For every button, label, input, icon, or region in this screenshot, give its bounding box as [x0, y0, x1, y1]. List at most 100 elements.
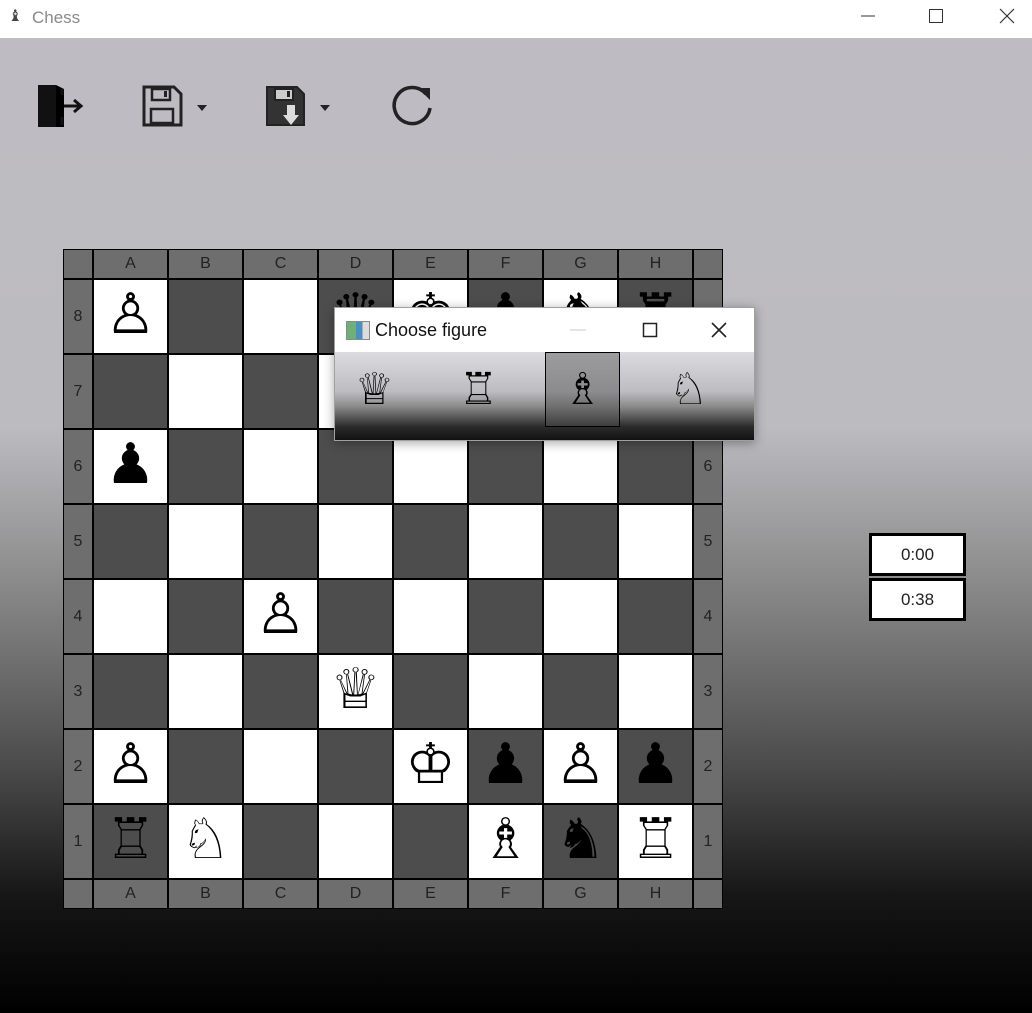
file-label-top: C: [243, 249, 318, 279]
square-a1[interactable]: ♖: [93, 804, 168, 879]
chess-piece[interactable]: ♖: [105, 811, 155, 868]
square-e2[interactable]: ♔: [393, 729, 468, 804]
choose-figure-dialog: Choose figure ♕ ♖ ♗ ♘: [334, 307, 755, 441]
square-d4[interactable]: [318, 579, 393, 654]
minimize-button[interactable]: [845, 0, 891, 32]
chess-piece[interactable]: ♙: [105, 736, 155, 793]
square-b2[interactable]: [168, 729, 243, 804]
refresh-icon: [392, 85, 432, 126]
square-b4[interactable]: [168, 579, 243, 654]
choice-knight[interactable]: ♘: [651, 352, 726, 427]
square-a2[interactable]: ♙: [93, 729, 168, 804]
chess-piece[interactable]: ♟: [480, 736, 530, 793]
save-button[interactable]: [142, 82, 212, 130]
rank-label-left: 1: [63, 804, 93, 879]
maximize-icon: [929, 9, 943, 23]
chess-piece[interactable]: ♟: [630, 736, 680, 793]
restart-button[interactable]: [388, 82, 436, 130]
dialog-close-button[interactable]: [709, 320, 731, 340]
square-c3[interactable]: [243, 654, 318, 729]
square-c2[interactable]: [243, 729, 318, 804]
file-label-bottom: F: [468, 879, 543, 909]
chess-piece[interactable]: ♞: [555, 811, 605, 868]
board-corner: [693, 879, 723, 909]
file-label-bottom: E: [393, 879, 468, 909]
chess-piece[interactable]: ♕: [330, 661, 380, 718]
choice-rook[interactable]: ♖: [441, 352, 516, 427]
square-a4[interactable]: [93, 579, 168, 654]
square-e3[interactable]: [393, 654, 468, 729]
square-b8[interactable]: [168, 279, 243, 354]
rank-label-right: 4: [693, 579, 723, 654]
chess-piece[interactable]: ♗: [480, 811, 530, 868]
square-h5[interactable]: [618, 504, 693, 579]
square-c4[interactable]: ♙: [243, 579, 318, 654]
square-d3[interactable]: ♕: [318, 654, 393, 729]
load-button[interactable]: [265, 82, 335, 130]
square-e5[interactable]: [393, 504, 468, 579]
chess-piece[interactable]: ♖: [630, 811, 680, 868]
square-b7[interactable]: [168, 354, 243, 429]
square-c1[interactable]: [243, 804, 318, 879]
square-f1[interactable]: ♗: [468, 804, 543, 879]
file-label-bottom: B: [168, 879, 243, 909]
square-b6[interactable]: [168, 429, 243, 504]
square-g3[interactable]: [543, 654, 618, 729]
square-h2[interactable]: ♟: [618, 729, 693, 804]
square-c5[interactable]: [243, 504, 318, 579]
square-f4[interactable]: [468, 579, 543, 654]
chess-piece[interactable]: ♙: [105, 286, 155, 343]
chess-piece[interactable]: ♘: [180, 811, 230, 868]
square-e1[interactable]: [393, 804, 468, 879]
square-c8[interactable]: [243, 279, 318, 354]
choice-bishop[interactable]: ♗: [545, 352, 620, 427]
square-h1[interactable]: ♖: [618, 804, 693, 879]
square-f5[interactable]: [468, 504, 543, 579]
board-corner: [63, 249, 93, 279]
square-f3[interactable]: [468, 654, 543, 729]
maximize-button[interactable]: [913, 0, 959, 32]
square-d1[interactable]: [318, 804, 393, 879]
square-f2[interactable]: ♟: [468, 729, 543, 804]
square-h3[interactable]: [618, 654, 693, 729]
close-button[interactable]: [984, 0, 1030, 32]
minimize-icon: [570, 329, 586, 331]
square-e4[interactable]: [393, 579, 468, 654]
timer-bottom: 0:38: [869, 578, 966, 621]
dialog-minimize-button[interactable]: [567, 320, 595, 340]
square-b3[interactable]: [168, 654, 243, 729]
square-d2[interactable]: [318, 729, 393, 804]
square-h4[interactable]: [618, 579, 693, 654]
square-a7[interactable]: [93, 354, 168, 429]
minimize-icon: [861, 15, 875, 17]
square-g2[interactable]: ♙: [543, 729, 618, 804]
square-c7[interactable]: [243, 354, 318, 429]
file-label-bottom: G: [543, 879, 618, 909]
square-b5[interactable]: [168, 504, 243, 579]
dialog-choices: ♕ ♖ ♗ ♘: [335, 352, 754, 440]
rank-label-left: 3: [63, 654, 93, 729]
square-g5[interactable]: [543, 504, 618, 579]
square-a8[interactable]: ♙: [93, 279, 168, 354]
dialog-title: Choose figure: [375, 320, 488, 340]
dialog-maximize-button[interactable]: [640, 320, 662, 340]
chess-piece[interactable]: ♙: [555, 736, 605, 793]
square-b1[interactable]: ♘: [168, 804, 243, 879]
square-c6[interactable]: [243, 429, 318, 504]
square-d5[interactable]: [318, 504, 393, 579]
square-a5[interactable]: [93, 504, 168, 579]
exit-button[interactable]: [36, 82, 84, 130]
square-g4[interactable]: [543, 579, 618, 654]
chess-piece[interactable]: ♔: [405, 736, 455, 793]
square-a3[interactable]: [93, 654, 168, 729]
floppy-disk-icon: [142, 85, 207, 127]
chess-app-icon: ♝: [8, 8, 23, 25]
file-label-bottom: H: [618, 879, 693, 909]
choice-queen[interactable]: ♕: [337, 352, 412, 427]
chess-piece[interactable]: ♟: [105, 436, 155, 493]
square-g1[interactable]: ♞: [543, 804, 618, 879]
square-a6[interactable]: ♟: [93, 429, 168, 504]
chess-piece[interactable]: ♙: [255, 586, 305, 643]
rank-label-left: 6: [63, 429, 93, 504]
file-label-top: H: [618, 249, 693, 279]
